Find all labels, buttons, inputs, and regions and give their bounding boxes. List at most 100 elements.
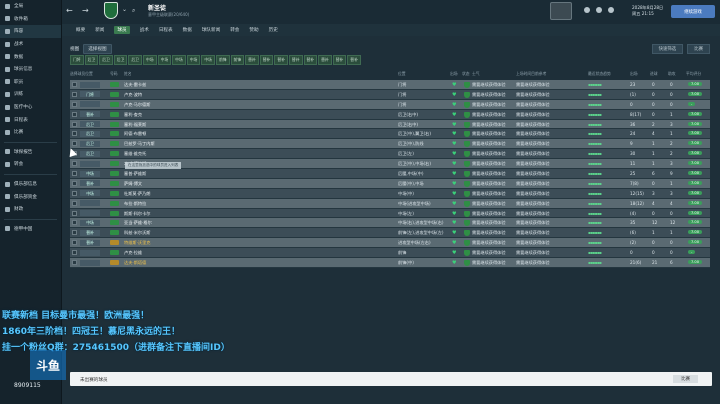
row-checkbox[interactable] <box>72 131 77 137</box>
player-name[interactable]: 萨姆·博文 <box>124 181 142 187</box>
position-chip[interactable]: 前锋 <box>215 55 230 65</box>
player-name[interactable]: 卢克·波特 <box>124 92 142 98</box>
position-chip[interactable]: 替补 <box>303 55 318 65</box>
position-slot[interactable]: 替补 <box>80 180 100 187</box>
position-slot[interactable] <box>80 200 100 207</box>
position-chip[interactable]: 后卫 <box>128 55 142 65</box>
row-checkbox[interactable] <box>72 111 77 117</box>
row-checkbox[interactable] <box>72 220 77 226</box>
table-row[interactable]: 布拉·斯特拉 中场(进攻型中场) ♥ 需要继续获得体验 需要继续获得体验 ▪▪▪▪▪▪ 18… <box>70 198 710 209</box>
position-chip[interactable]: 替补 <box>245 55 259 65</box>
player-name[interactable]: 卢克·马尔德斯 <box>124 102 150 108</box>
position-slot[interactable]: 后卫 <box>80 121 100 128</box>
sidebar-item[interactable]: 财政 <box>0 203 61 216</box>
player-name[interactable]: 塞利·福莱斯 <box>124 122 146 128</box>
sidebar-item[interactable]: 战术 <box>0 38 61 51</box>
position-chip[interactable]: 中场 <box>201 55 215 65</box>
sidebar-item[interactable]: 球员信息 <box>0 63 61 76</box>
tab-item[interactable]: 赞助 <box>249 27 258 33</box>
position-slot[interactable]: 替补 <box>80 229 100 236</box>
search-icon[interactable]: ⌕ <box>132 7 135 15</box>
forward-arrow-icon[interactable]: → <box>82 6 89 15</box>
notification-icon[interactable] <box>584 7 590 13</box>
position-slot[interactable]: 中场 <box>80 170 100 177</box>
column-header[interactable]: 平均评分 <box>686 71 701 77</box>
position-chip[interactable]: 门将 <box>70 55 84 65</box>
back-arrow-icon[interactable]: ← <box>66 6 73 15</box>
sidebar-item[interactable]: 收件箱 <box>0 13 61 26</box>
sidebar-item[interactable]: 职员 <box>0 76 61 89</box>
player-name[interactable]: 塞利·查克 <box>124 112 142 118</box>
player-name[interactable]: 塞普·萨维斯 <box>124 171 146 177</box>
table-row[interactable]: 卢克·拉维 前锋 ♥ 需要继续获得体验 需要继续获得体验 ▪▪▪▪▪▪ 0 0 0 - <box>70 248 710 259</box>
table-row[interactable]: 达夫·斯塔德 前锋(中) ♥ 需要继续获得体验 需要继续获得体验 ▪▪▪▪▪▪ 21(6) 2… <box>70 258 710 268</box>
sidebar-item[interactable]: 比赛 <box>0 126 61 139</box>
player-name[interactable]: 布拉·斯特拉 <box>124 201 146 207</box>
position-slot[interactable]: 替补 <box>80 239 100 246</box>
table-row[interactable]: 斯斯·科尔卡尔 中场(左) ♥ 需要继续获得体验 需要继续获得体验 ▪▪▪▪▪▪ (4) 0 0… <box>70 208 710 219</box>
help-icon[interactable] <box>596 7 602 13</box>
row-checkbox[interactable] <box>72 190 77 196</box>
sidebar-item[interactable]: 数据 <box>0 50 61 63</box>
row-checkbox[interactable] <box>72 82 77 87</box>
column-header[interactable]: 出场 <box>630 71 638 77</box>
row-checkbox[interactable] <box>72 180 77 186</box>
player-name[interactable]: 卢克·拉维 <box>124 250 142 256</box>
row-checkbox[interactable] <box>72 171 77 177</box>
table-row[interactable]: 替补 塞利·查克 后卫(右中) ♥ 需要继续获得体验 需要继续获得体验 ▪▪▪▪▪▪ 8(17… <box>70 109 710 120</box>
quick-filter-button[interactable]: 快速筛选 <box>651 44 684 54</box>
row-checkbox[interactable] <box>72 200 77 206</box>
position-chip[interactable]: 替补 <box>347 55 361 65</box>
tab-item[interactable]: 战术 <box>140 27 149 33</box>
position-slot[interactable]: 后卫 <box>80 150 100 157</box>
player-name[interactable]: 阿德·布雷顿 <box>124 131 146 137</box>
position-slot[interactable]: 门将 <box>80 91 100 98</box>
tab-item[interactable]: 球员 <box>114 26 130 34</box>
continue-button[interactable]: 继续游戏 <box>671 5 715 18</box>
select-view-button[interactable]: 选择视图 <box>83 44 112 54</box>
position-chip[interactable]: 中场 <box>186 55 201 65</box>
position-slot[interactable]: 替补 <box>80 111 100 118</box>
table-row[interactable]: 中场 塞普·萨维斯 后腰,中场(中) ♥ 需要继续获得体验 需要继续获得体验 ▪▪▪▪▪▪ 2… <box>70 169 710 179</box>
column-header[interactable]: 进球 <box>650 71 658 77</box>
position-slot[interactable] <box>80 160 100 167</box>
row-checkbox[interactable] <box>72 141 77 147</box>
table-row[interactable]: 门将 卢克·波特 门将 ♥ 需要继续获得体验 需要继续获得体验 ▪▪▪▪▪▪ (1) 0 0 7.0… <box>70 89 710 100</box>
table-row[interactable]: 卢克·马尔德斯 门将 ♥ 需要继续获得体验 需要继续获得体验 ▪▪▪▪▪▪ 0 0 0 - <box>70 99 710 110</box>
position-chip[interactable]: 后卫 <box>113 55 128 65</box>
column-header[interactable]: 助攻 <box>668 71 676 77</box>
table-row[interactable]: 达夫·雷卡兹 门将 ♥ 需要继续获得体验 需要继续获得体验 ▪▪▪▪▪▪ 23 0 0 7.00 <box>70 80 710 90</box>
position-chip[interactable]: 前锋 <box>230 55 245 65</box>
row-checkbox[interactable] <box>72 121 77 127</box>
column-header[interactable]: 状态 <box>462 71 470 77</box>
player-name[interactable]: 亚当·萨维·格尔 <box>124 220 152 226</box>
table-row[interactable]: 后卫 塞利·福莱斯 后卫(右中) ♥ 需要继续获得体验 需要继续获得体验 ▪▪▪▪▪▪ 36 2… <box>70 119 710 130</box>
sidebar-item[interactable]: 俱乐部信息 <box>0 178 61 191</box>
position-slot[interactable]: 后卫 <box>80 130 100 137</box>
tab-item[interactable]: 数据 <box>183 27 192 33</box>
sidebar-item[interactable]: 德甲中国 <box>0 223 61 236</box>
tab-item[interactable]: 球队新闻 <box>202 27 220 33</box>
position-chip[interactable]: 替补 <box>274 55 288 65</box>
row-checkbox[interactable] <box>72 210 77 216</box>
position-slot[interactable] <box>80 101 100 108</box>
sidebar-item[interactable]: 阵容 <box>0 25 61 38</box>
player-name[interactable]: 达夫·斯塔德 <box>124 260 146 266</box>
player-name[interactable]: 特维斯·沃里克 <box>124 240 150 246</box>
table-row[interactable]: 后卫 阿德·布雷顿 后卫(中),翼卫(右) ♥ 需要继续获得体验 需要继续获得体验 ▪▪▪▪… <box>70 129 710 140</box>
sidebar-item[interactable]: 医疗中心 <box>0 101 61 114</box>
sidebar-item[interactable]: 日程表 <box>0 113 61 126</box>
table-row[interactable]: 中场 亚当·萨维·格尔 中场(右),进攻型中场(右) ♥ 需要继续获得体验 需要继续获得体… <box>70 218 710 229</box>
position-slot[interactable] <box>80 249 100 256</box>
row-checkbox[interactable] <box>72 250 77 256</box>
position-chip[interactable]: 中场 <box>172 55 186 65</box>
column-header[interactable]: 最近状态趋势 <box>588 71 611 77</box>
position-slot[interactable] <box>80 81 100 88</box>
tab-item[interactable]: 新闻 <box>95 27 104 33</box>
table-row[interactable]: 替补 萨姆·博文 后腰(中),中场 ♥ 需要继续获得体验 需要继续获得体验 ▪▪▪▪▪▪ 7(… <box>70 178 710 189</box>
table-row[interactable]: 替补 科兹·米尔沃斯 前锋(左),进攻型中场(左) ♥ 需要继续获得体验 需要继续获得体验… <box>70 228 710 239</box>
tab-item[interactable]: 历史 <box>269 27 278 33</box>
position-chip[interactable]: 替补 <box>288 55 303 65</box>
player-name[interactable]: 巴兹罗·马丁内斯 <box>124 141 155 147</box>
chevron-down-icon[interactable]: ⌄ <box>122 6 127 13</box>
